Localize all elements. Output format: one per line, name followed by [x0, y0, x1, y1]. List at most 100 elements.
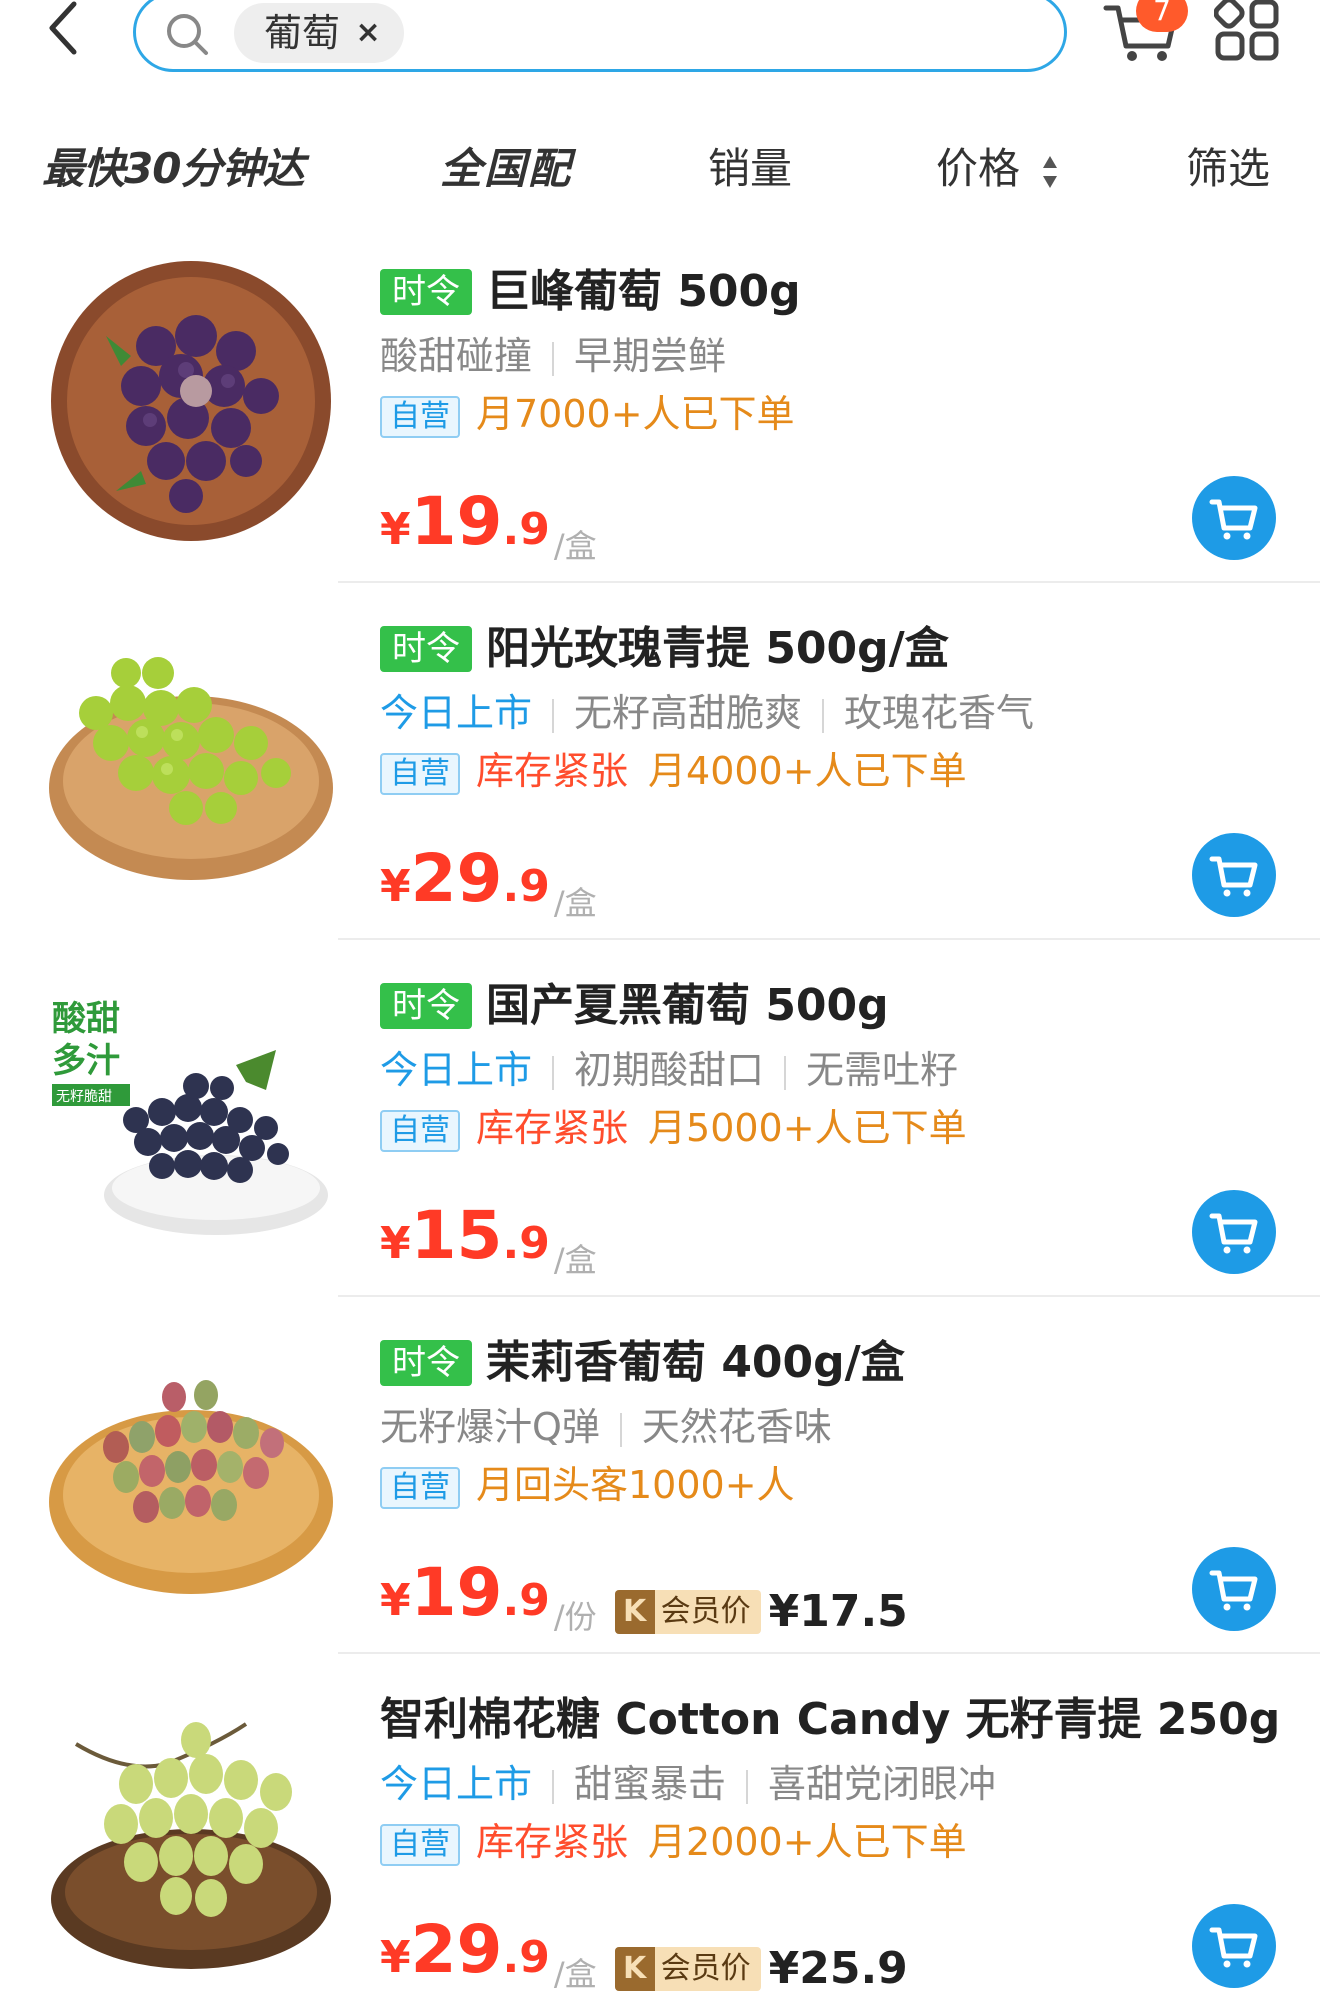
product-title-row: 时令 巨峰葡萄 500g	[380, 262, 801, 322]
product-title[interactable]: 阳光玫瑰青提 500g/盒	[486, 619, 949, 679]
product-image-green-grapes[interactable]	[46, 613, 336, 903]
cart-icon	[1209, 1570, 1258, 1611]
back-icon[interactable]	[40, 0, 110, 64]
product-tag: 今日上市	[380, 691, 533, 735]
price-integer: 29	[410, 840, 503, 917]
product-title-row: 时令 国产夏黑葡萄 500g	[380, 976, 889, 1036]
member-logo-icon: K	[614, 1947, 655, 1991]
self-operated-badge: 自营	[380, 1109, 460, 1152]
product-tag: 玫瑰花香气	[844, 691, 1035, 735]
tag-divider	[552, 1769, 555, 1804]
self-operated-badge: 自营	[380, 395, 460, 438]
self-operated-badge: 自营	[380, 752, 460, 795]
add-to-cart-button[interactable]	[1192, 1190, 1276, 1274]
sales-count: 月回头客1000+人	[476, 1463, 795, 1507]
product-image-purple-grapes[interactable]	[46, 256, 336, 546]
product-tag: 无需吐籽	[806, 1048, 959, 1092]
price-row: ¥19.9/盒	[380, 482, 597, 565]
product-card[interactable]: 时令 巨峰葡萄 500g 酸甜碰撞 早期尝鲜 自营 月7000+人已下单 ¥19.9/…	[0, 226, 1320, 583]
price-decimal: .9	[502, 1218, 550, 1269]
price-row: ¥15.9/盒	[380, 1196, 597, 1279]
filter-bar: 最快30分钟达 全国配 销量 价格 筛选	[0, 96, 1320, 226]
product-title[interactable]: 国产夏黑葡萄 500g	[486, 976, 889, 1036]
sort-arrows-icon	[1042, 154, 1058, 190]
filter-fast-delivery[interactable]: 最快30分钟达	[42, 96, 304, 226]
price-row: ¥19.9/份 K 会员价 ¥17.5	[380, 1553, 908, 1636]
product-card[interactable]: 时令 茉莉香葡萄 400g/盒 无籽爆汁Q弹 天然花香味 自营 月回头客1000+人 …	[0, 1297, 1320, 1654]
product-title[interactable]: 茉莉香葡萄 400g/盒	[486, 1333, 905, 1393]
member-price: ¥25.9	[768, 1943, 908, 1994]
tag-divider	[552, 698, 555, 733]
product-tag: 初期酸甜口	[574, 1048, 765, 1092]
product-list: 时令 巨峰葡萄 500g 酸甜碰撞 早期尝鲜 自营 月7000+人已下单 ¥19.9/…	[0, 226, 1320, 2011]
add-to-cart-button[interactable]	[1192, 1547, 1276, 1631]
price-unit: /盒	[553, 1955, 597, 1993]
add-to-cart-button[interactable]	[1192, 1904, 1276, 1988]
search-input[interactable]: 葡萄 ×	[133, 0, 1067, 72]
stock-status: 库存紧张	[476, 749, 629, 793]
cart-icon	[1209, 1213, 1258, 1254]
price-currency: ¥	[380, 1932, 411, 1983]
product-tag: 无籽高甜脆爽	[574, 691, 803, 735]
price-integer: 19	[410, 1554, 503, 1631]
price-row: ¥29.9/盒	[380, 839, 597, 922]
add-to-cart-button[interactable]	[1192, 833, 1276, 917]
self-operated-badge: 自营	[380, 1466, 460, 1509]
product-tags: 今日上市 甜蜜暴击 喜甜党闭眼冲	[380, 1754, 996, 1814]
product-title[interactable]: 智利棉花糖 Cotton Candy 无籽青提 250g	[380, 1690, 1280, 1750]
search-keyword: 葡萄	[264, 11, 341, 55]
season-badge: 时令	[380, 626, 472, 672]
sort-by-price[interactable]: 价格	[936, 96, 1020, 226]
member-logo-icon: K	[614, 1590, 655, 1634]
product-tags: 今日上市 无籽高甜脆爽 玫瑰花香气	[380, 683, 1034, 743]
cart-icon	[1209, 856, 1258, 897]
filter-button[interactable]: 筛选	[1186, 96, 1270, 226]
tag-divider	[552, 341, 555, 376]
tag-divider	[822, 698, 825, 733]
self-operated-badge: 自营	[380, 1823, 460, 1866]
product-tag: 甜蜜暴击	[574, 1762, 727, 1806]
product-card[interactable]: 时令 阳光玫瑰青提 500g/盒 今日上市 无籽高甜脆爽 玫瑰花香气 自营 库存紧张 月4…	[0, 583, 1320, 940]
stock-status: 库存紧张	[476, 1820, 629, 1864]
product-card[interactable]: 酸甜 多汁 无籽脆甜 时令 国产夏黑葡萄 500g 今日上市 初期酸甜口 无需吐籽 自…	[0, 940, 1320, 1297]
filter-nationwide[interactable]: 全国配	[440, 96, 572, 226]
product-tags: 无籽爆汁Q弹 天然花香味	[380, 1397, 832, 1457]
price-decimal: .9	[502, 861, 550, 912]
close-icon[interactable]: ×	[350, 3, 386, 63]
product-info: 自营 库存紧张 月2000+人已下单	[380, 1812, 967, 1872]
grid-menu-icon[interactable]	[1213, 0, 1280, 62]
cart-icon	[1209, 1927, 1258, 1968]
member-label: 会员价	[660, 1594, 751, 1629]
product-image-red-green-grapes[interactable]	[46, 1327, 336, 1617]
sales-count: 月4000+人已下单	[648, 749, 967, 793]
season-badge: 时令	[380, 1340, 472, 1386]
product-card[interactable]: 智利棉花糖 Cotton Candy 无籽青提 250g 今日上市 甜蜜暴击 喜甜党…	[0, 1654, 1320, 2011]
price-row: ¥29.9/盒 K 会员价 ¥25.9	[380, 1910, 908, 1994]
image-text: 酸甜	[52, 999, 120, 1039]
product-tags: 酸甜碰撞 早期尝鲜	[380, 326, 726, 386]
add-to-cart-button[interactable]	[1192, 476, 1276, 560]
search-keyword-tag[interactable]: 葡萄 ×	[234, 3, 405, 63]
price: ¥15.9	[380, 1196, 550, 1293]
product-tags: 今日上市 初期酸甜口 无需吐籽	[380, 1040, 958, 1100]
product-image-pale-green-grapes[interactable]	[46, 1684, 336, 1974]
price-integer: 19	[410, 483, 503, 560]
cart-count-badge: 7	[1136, 0, 1188, 32]
season-badge: 时令	[380, 269, 472, 315]
price: ¥29.9	[380, 839, 550, 936]
member-price-group: K 会员价 ¥17.5	[614, 1590, 908, 1636]
product-image-black-grapes[interactable]: 酸甜 多汁 无籽脆甜	[46, 970, 336, 1260]
price: ¥19.9	[380, 482, 550, 579]
product-info: 自营 月回头客1000+人	[380, 1455, 795, 1515]
product-tag: 天然花香味	[641, 1405, 832, 1449]
stock-status: 库存紧张	[476, 1106, 629, 1150]
price-unit: /盒	[553, 1241, 597, 1279]
product-tag: 酸甜碰撞	[380, 334, 533, 378]
product-title-row: 智利棉花糖 Cotton Candy 无籽青提 250g	[380, 1690, 1280, 1750]
sales-count: 月2000+人已下单	[648, 1820, 967, 1864]
sort-by-sales[interactable]: 销量	[708, 96, 792, 226]
sales-count: 月5000+人已下单	[648, 1106, 967, 1150]
product-title[interactable]: 巨峰葡萄 500g	[486, 262, 801, 322]
top-bar: 葡萄 × 7	[0, 0, 1320, 96]
tag-divider	[784, 1055, 787, 1090]
